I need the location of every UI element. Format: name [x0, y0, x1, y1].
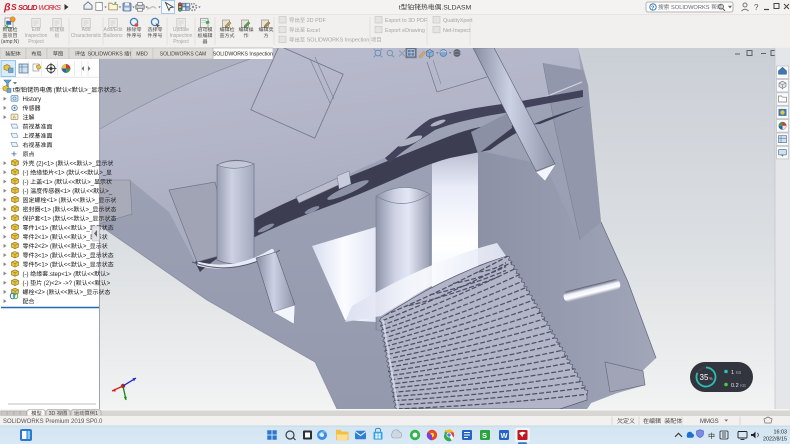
svg-text:SOLID: SOLID — [18, 3, 38, 12]
svg-text:t: t — [399, 5, 401, 12]
svg-text:<<: << — [64, 226, 72, 232]
svg-text:>_: >_ — [84, 87, 92, 94]
svg-text:>_: >_ — [83, 235, 91, 241]
svg-text:5<1> (: 5<1> ( — [35, 263, 52, 269]
svg-text:>_: >_ — [83, 244, 91, 250]
svg-text:>_: >_ — [89, 161, 97, 167]
svg-text:>_: >_ — [83, 226, 91, 232]
svg-text:<1> (: <1> ( — [60, 189, 74, 195]
svg-text:β: β — [3, 1, 11, 13]
svg-text:1<1> (: 1<1> ( — [35, 226, 52, 232]
svg-text:<<: << — [88, 281, 96, 287]
svg-text:<1> (: <1> ( — [42, 180, 56, 186]
svg-text:SOLIDWORKS: SOLIDWORKS — [671, 5, 710, 11]
svg-text:%: % — [709, 376, 713, 381]
svg-text:?: ? — [754, 3, 759, 12]
svg-text:SOLIDWORKS Inspection: SOLIDWORKS Inspection — [213, 52, 273, 58]
svg-text:<<: << — [68, 180, 76, 186]
svg-text:<<: << — [87, 272, 95, 278]
svg-text:History: History — [23, 97, 42, 103]
svg-text:<<: << — [61, 290, 69, 296]
svg-text:(2)<1> (: (2)<1> ( — [36, 161, 57, 167]
svg-text:<: < — [68, 87, 72, 94]
svg-text:<<: << — [86, 189, 94, 195]
svg-text:A: A — [13, 115, 16, 120]
svg-text:Balloons: Balloons — [103, 33, 123, 39]
svg-text:S: S — [11, 2, 17, 12]
svg-text:Net-Inspect: Net-Inspect — [443, 28, 471, 34]
svg-text:Project: Project — [173, 39, 189, 45]
svg-text:Project: Project — [28, 39, 44, 45]
svg-text:>_: >_ — [80, 290, 88, 296]
svg-text:<<: << — [64, 244, 72, 250]
svg-text:W: W — [501, 431, 509, 440]
svg-text:>_: >_ — [86, 207, 94, 213]
svg-text:>_: >_ — [99, 171, 107, 177]
svg-text:>_: >_ — [92, 198, 100, 204]
svg-text:<1> (: <1> ( — [47, 198, 61, 204]
svg-text:t: t — [13, 87, 15, 94]
svg-text:SOLIDWORKS Premium 2019 SP0.0: SOLIDWORKS Premium 2019 SP0.0 — [3, 419, 103, 425]
svg-text:>: > — [107, 281, 111, 287]
svg-text:Excel: Excel — [307, 28, 320, 34]
svg-text:<1> (: <1> ( — [54, 171, 68, 177]
svg-text:Export to 3D PDF: Export to 3D PDF — [385, 18, 428, 24]
svg-text:2<1> (: 2<1> ( — [35, 235, 52, 241]
svg-text:MMGS: MMGS — [700, 419, 719, 425]
svg-text:.step<1> (: .step<1> ( — [48, 272, 75, 278]
svg-text:<<: << — [67, 207, 75, 213]
svg-text:<<: << — [64, 263, 72, 269]
svg-text:SOLIDWORKS Inspection: SOLIDWORKS Inspection — [307, 38, 370, 44]
svg-text:2<2> (: 2<2> ( — [35, 244, 52, 250]
svg-text:S: S — [482, 431, 487, 440]
svg-text:35: 35 — [700, 373, 709, 382]
svg-text:(-): (-) — [23, 171, 29, 177]
svg-text:(-): (-) — [23, 272, 29, 278]
svg-text:<<: << — [64, 235, 72, 241]
svg-text:(amp;N): (amp;N) — [1, 39, 19, 45]
svg-text:<<: << — [64, 253, 72, 259]
svg-text:<<: << — [67, 217, 75, 223]
svg-text:WORKS: WORKS — [39, 3, 62, 12]
svg-text:(-): (-) — [23, 281, 29, 287]
svg-text:>_: >_ — [87, 180, 95, 186]
svg-text:<1> (: <1> ( — [41, 217, 55, 223]
svg-text:Characteristic: Characteristic — [71, 33, 102, 39]
svg-text:<1> (: <1> ( — [41, 207, 55, 213]
svg-text:3<1> (: 3<1> ( — [35, 253, 52, 259]
svg-text:>_: >_ — [83, 253, 91, 259]
svg-text:>_: >_ — [83, 263, 91, 269]
svg-text:<<: << — [80, 171, 88, 177]
svg-text:Export eDrawing: Export eDrawing — [385, 28, 425, 34]
svg-text:<<: << — [70, 161, 78, 167]
svg-text:<<: << — [73, 198, 81, 204]
svg-text:(2)<2> ->? (: (2)<2> ->? ( — [44, 281, 76, 287]
svg-text:2022/8/15: 2022/8/15 — [763, 437, 787, 443]
svg-text:MBD: MBD — [136, 52, 148, 58]
svg-text:>_: >_ — [105, 189, 113, 195]
svg-text:SOLIDWORKS: SOLIDWORKS — [88, 52, 124, 58]
svg-text:(-): (-) — [23, 189, 29, 195]
svg-text:.SLDASM: .SLDASM — [441, 5, 471, 12]
svg-text:16:03: 16:03 — [774, 430, 788, 436]
svg-text:2D PDF: 2D PDF — [307, 18, 327, 24]
svg-text:-1: -1 — [116, 87, 122, 94]
svg-text:QualityXpert: QualityXpert — [443, 18, 473, 24]
svg-text:<2> (: <2> ( — [35, 290, 49, 296]
svg-text:(-): (-) — [23, 180, 29, 186]
svg-text:>: > — [106, 272, 110, 278]
svg-text:>_: >_ — [86, 217, 94, 223]
svg-text:SOLIDWORKS CAM: SOLIDWORKS CAM — [160, 52, 206, 58]
